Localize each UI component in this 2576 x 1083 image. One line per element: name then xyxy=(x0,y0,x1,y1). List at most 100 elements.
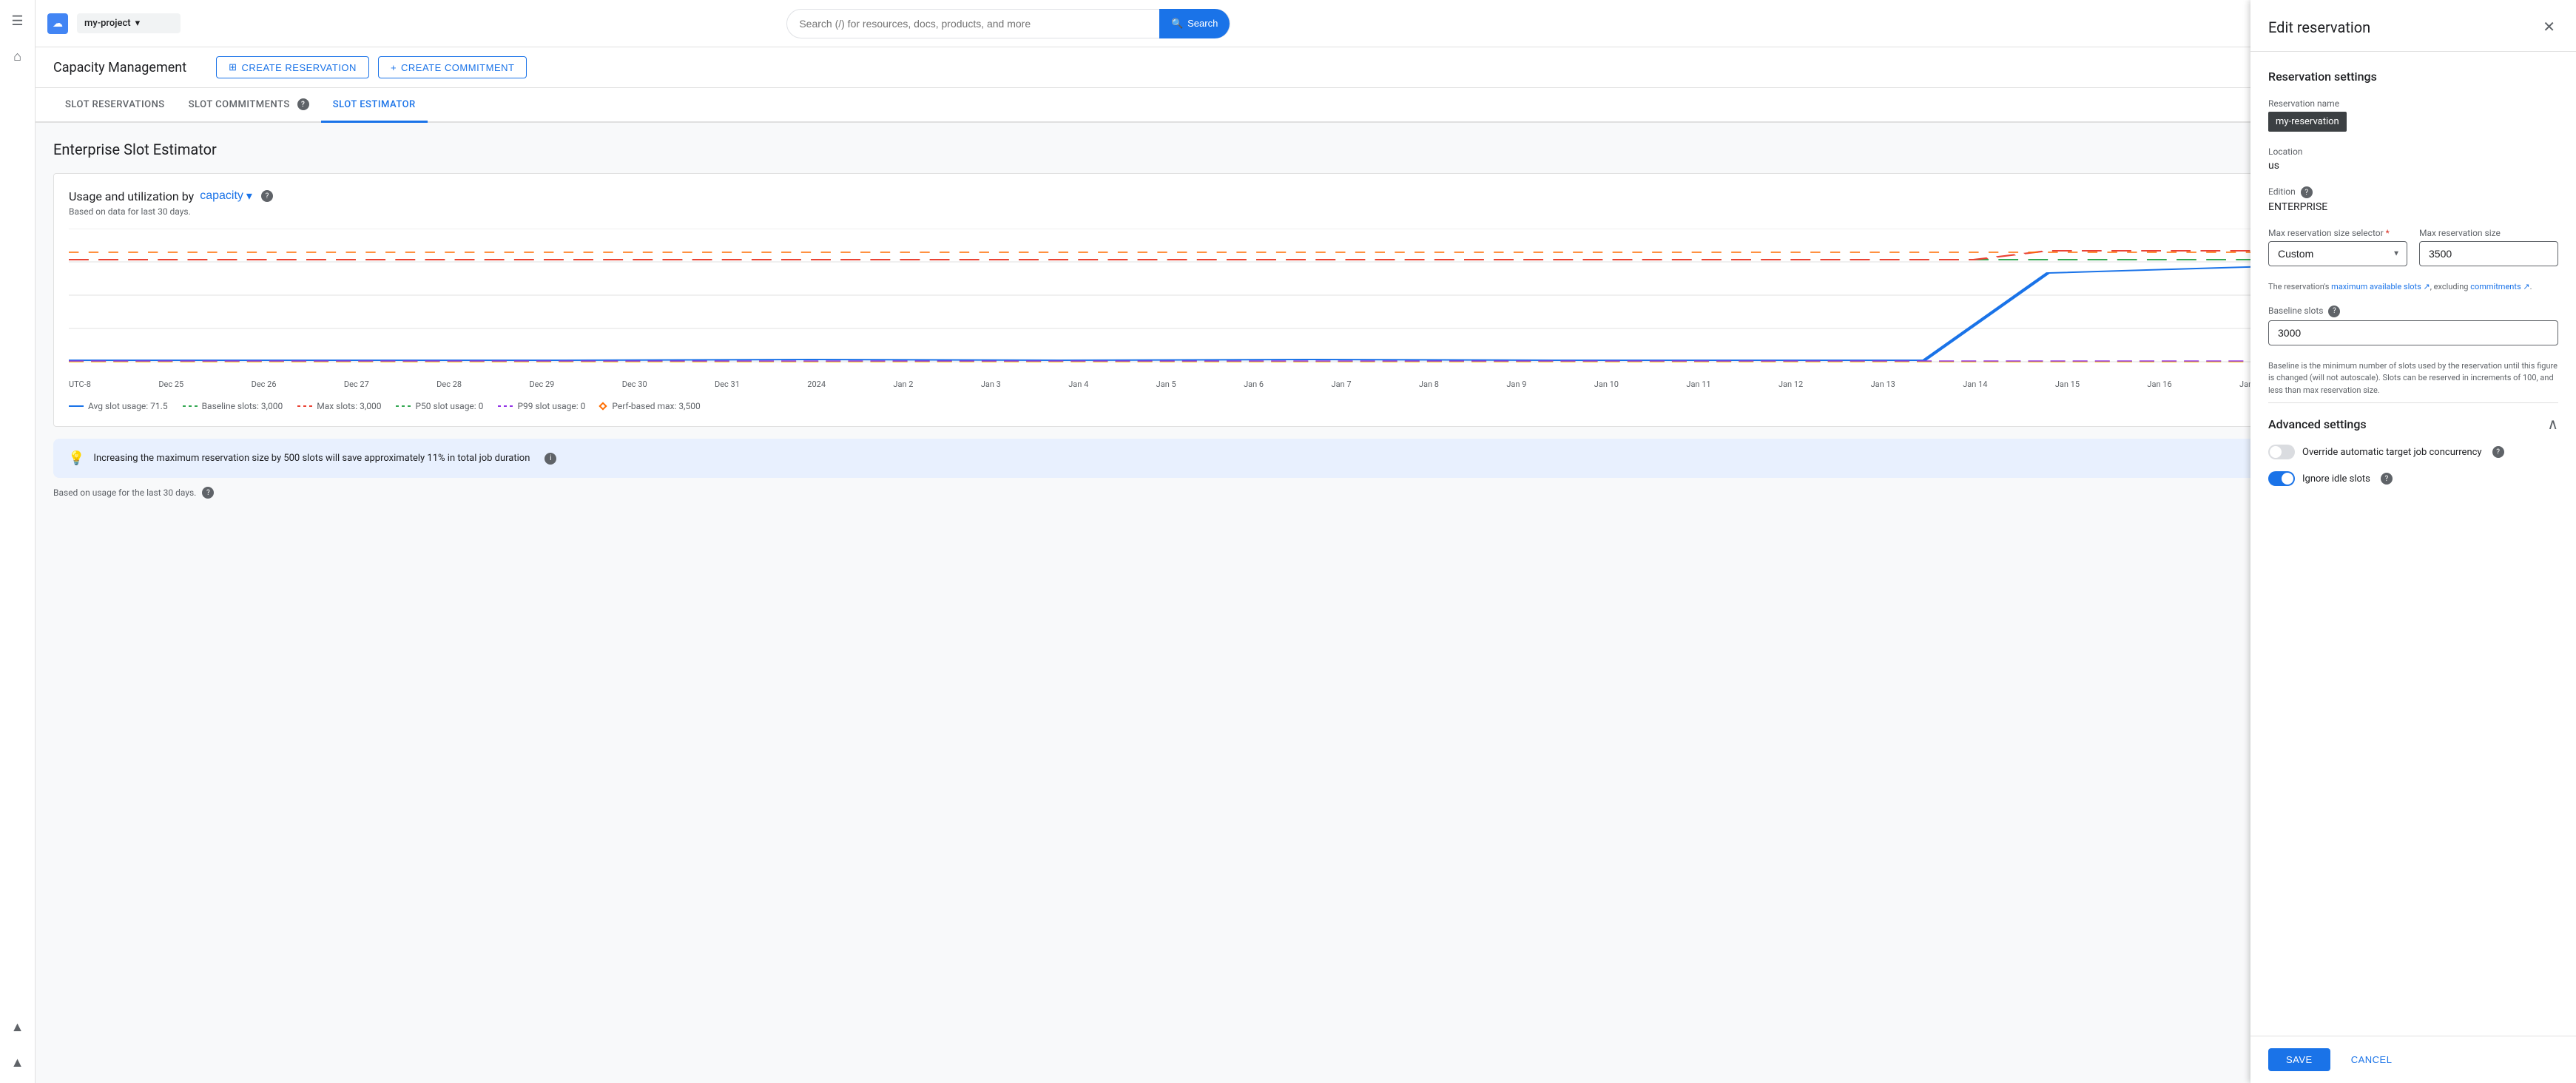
override-concurrency-help-icon[interactable]: ? xyxy=(2492,446,2504,458)
baseline-slots-label-text: Baseline slots xyxy=(2268,306,2323,316)
legend-p50: P50 slot usage: 0 xyxy=(396,401,483,411)
menu-icon[interactable]: ☰ xyxy=(3,6,33,36)
section-title: Enterprise Slot Estimator xyxy=(53,141,2558,158)
legend-label-baseline: Baseline slots: 3,000 xyxy=(202,401,283,411)
create-commitment-icon: + xyxy=(391,62,397,73)
x-label: Jan 11 xyxy=(1686,379,1710,389)
x-label: Jan 8 xyxy=(1419,379,1439,389)
x-label: Jan 14 xyxy=(1963,379,1987,389)
inner-content: Enterprise Slot Estimator Usage and util… xyxy=(36,123,2576,516)
legend-baseline-slots: Baseline slots: 3,000 xyxy=(183,401,283,411)
max-available-slots-link[interactable]: maximum available slots ↗ xyxy=(2331,282,2430,291)
helper-text-suffix: . xyxy=(2530,282,2532,291)
location-label: Location xyxy=(2268,146,2558,157)
x-label: Jan 12 xyxy=(1778,379,1803,389)
info-box-text: Increasing the maximum reservation size … xyxy=(93,453,530,464)
override-concurrency-label: Override automatic target job concurrenc… xyxy=(2302,447,2482,458)
tab-slot-reservations[interactable]: SLOT RESERVATIONS xyxy=(53,88,177,123)
max-size-input[interactable] xyxy=(2419,241,2558,266)
x-label: Jan 16 xyxy=(2147,379,2171,389)
max-size-label: Max reservation size xyxy=(2419,228,2558,238)
tab-slot-estimator[interactable]: SLOT ESTIMATOR xyxy=(321,88,428,123)
override-concurrency-toggle[interactable] xyxy=(2268,445,2295,459)
max-size-col: Max reservation size xyxy=(2419,228,2558,266)
reservation-name-label: Reservation name xyxy=(2268,98,2558,109)
x-label: Jan 5 xyxy=(1156,379,1176,389)
tab-slot-commitments-label: SLOT COMMITMENTS xyxy=(189,99,290,110)
x-label: Dec 27 xyxy=(344,379,369,389)
helper-link1-text: maximum available slots xyxy=(2331,282,2421,291)
gcp-logo-icon: ☁ xyxy=(47,13,68,34)
x-label: Jan 2 xyxy=(893,379,913,389)
max-size-row: Max reservation size selector Custom Aut… xyxy=(2268,228,2558,266)
save-button[interactable]: SAVE xyxy=(2268,1048,2330,1071)
chart-title: Usage and utilization by xyxy=(69,189,194,203)
close-panel-button[interactable]: ✕ xyxy=(2540,15,2558,39)
legend-diamond-perf xyxy=(599,402,607,410)
panel-title: Edit reservation xyxy=(2268,18,2370,36)
legend-perf-max: Perf-based max: 3,500 xyxy=(600,401,700,411)
baseline-slots-help-icon[interactable]: ? xyxy=(2328,306,2340,317)
edit-reservation-panel: Edit reservation ✕ Reservation settings … xyxy=(2250,0,2576,1083)
baseline-slots-label: Baseline slots ? xyxy=(2268,306,2558,317)
home-icon[interactable]: ⌂ xyxy=(3,41,33,71)
advanced-settings-chevron-icon: ∧ xyxy=(2547,415,2558,433)
panel-header: Edit reservation ✕ xyxy=(2250,0,2576,52)
tab-slot-reservations-label: SLOT RESERVATIONS xyxy=(65,99,165,110)
max-size-helper-text: The reservation's maximum available slot… xyxy=(2268,281,2558,294)
cancel-button[interactable]: CANCEL xyxy=(2339,1048,2404,1071)
ignore-idle-slots-help-icon[interactable]: ? xyxy=(2381,473,2393,485)
collapse-icon-1[interactable]: ▲ xyxy=(3,1012,33,1042)
edition-label: Edition ? xyxy=(2268,186,2558,198)
tab-slot-commitments[interactable]: SLOT COMMITMENTS ? xyxy=(177,88,321,123)
tab-slot-estimator-label: SLOT ESTIMATOR xyxy=(333,99,416,110)
ignore-idle-slots-label: Ignore idle slots xyxy=(2302,473,2370,485)
based-on-help-icon[interactable]: ? xyxy=(202,487,214,499)
info-box-help-icon[interactable]: i xyxy=(544,453,556,465)
main-wrapper: ☁ my-project ▾ 🔍 Search 🔔 ? ⚙ U Capacity… xyxy=(36,0,2576,1083)
max-size-selector-input[interactable]: Custom Auto xyxy=(2268,241,2407,266)
x-label: Jan 9 xyxy=(1506,379,1526,389)
create-commitment-label: CREATE COMMITMENT xyxy=(401,62,514,73)
create-commitment-button[interactable]: + CREATE COMMITMENT xyxy=(378,56,527,78)
legend-p99: P99 slot usage: 0 xyxy=(498,401,585,411)
x-label: UTC-8 xyxy=(69,379,91,389)
chart-header: Usage and utilization by capacity ▾ ? xyxy=(69,189,2543,203)
search-icon: 🔍 xyxy=(1171,18,1183,30)
baseline-slots-input[interactable] xyxy=(2268,320,2558,345)
dropdown-arrow-icon: ▾ xyxy=(135,18,141,29)
logo-area: ☁ xyxy=(47,13,68,34)
info-box: 💡 Increasing the maximum reservation siz… xyxy=(53,439,2558,478)
header-actions: ⊞ CREATE RESERVATION + CREATE COMMITMENT xyxy=(216,56,527,78)
slot-commitments-help-icon[interactable]: ? xyxy=(297,98,309,110)
legend-avg-slot-usage: Avg slot usage: 71.5 xyxy=(69,401,168,411)
chart-help-icon[interactable]: ? xyxy=(261,190,273,202)
legend-label-p99: P99 slot usage: 0 xyxy=(517,401,585,411)
settings-section-title: Reservation settings xyxy=(2268,70,2558,84)
x-label: Jan 4 xyxy=(1068,379,1088,389)
left-navigation: ☰ ⌂ ▲ ▲ xyxy=(0,0,36,1083)
search-input[interactable] xyxy=(799,18,1159,30)
max-size-selector-label: Max reservation size selector xyxy=(2268,228,2407,238)
project-name: my-project xyxy=(84,18,131,29)
advanced-settings-section: Advanced settings ∧ Override automatic t… xyxy=(2268,402,2558,486)
create-reservation-button[interactable]: ⊞ CREATE RESERVATION xyxy=(216,56,369,78)
create-reservation-label: CREATE RESERVATION xyxy=(242,62,357,73)
chart-container: Usage and utilization by capacity ▾ ? Ba… xyxy=(53,173,2558,427)
x-label: Dec 28 xyxy=(436,379,462,389)
ignore-idle-slots-toggle[interactable] xyxy=(2268,471,2295,486)
search-button[interactable]: 🔍 Search xyxy=(1159,9,1230,38)
collapse-icon-2[interactable]: ▲ xyxy=(3,1047,33,1077)
capacity-selector-button[interactable]: capacity ▾ xyxy=(200,189,252,203)
x-label: Dec 25 xyxy=(158,379,183,389)
advanced-settings-header[interactable]: Advanced settings ∧ xyxy=(2268,415,2558,433)
page-header: Capacity Management ⊞ CREATE RESERVATION… xyxy=(36,47,2576,88)
edition-help-icon[interactable]: ? xyxy=(2301,186,2313,198)
commitments-link[interactable]: commitments ↗ xyxy=(2470,282,2529,291)
based-on-label: Based on usage for the last 30 days. xyxy=(53,487,196,498)
search-bar: 🔍 Search xyxy=(786,9,1230,38)
legend-line-p50 xyxy=(396,405,411,407)
legend-label-p50: P50 slot usage: 0 xyxy=(415,401,483,411)
advanced-settings-title: Advanced settings xyxy=(2268,417,2367,431)
project-selector[interactable]: my-project ▾ xyxy=(77,13,181,33)
